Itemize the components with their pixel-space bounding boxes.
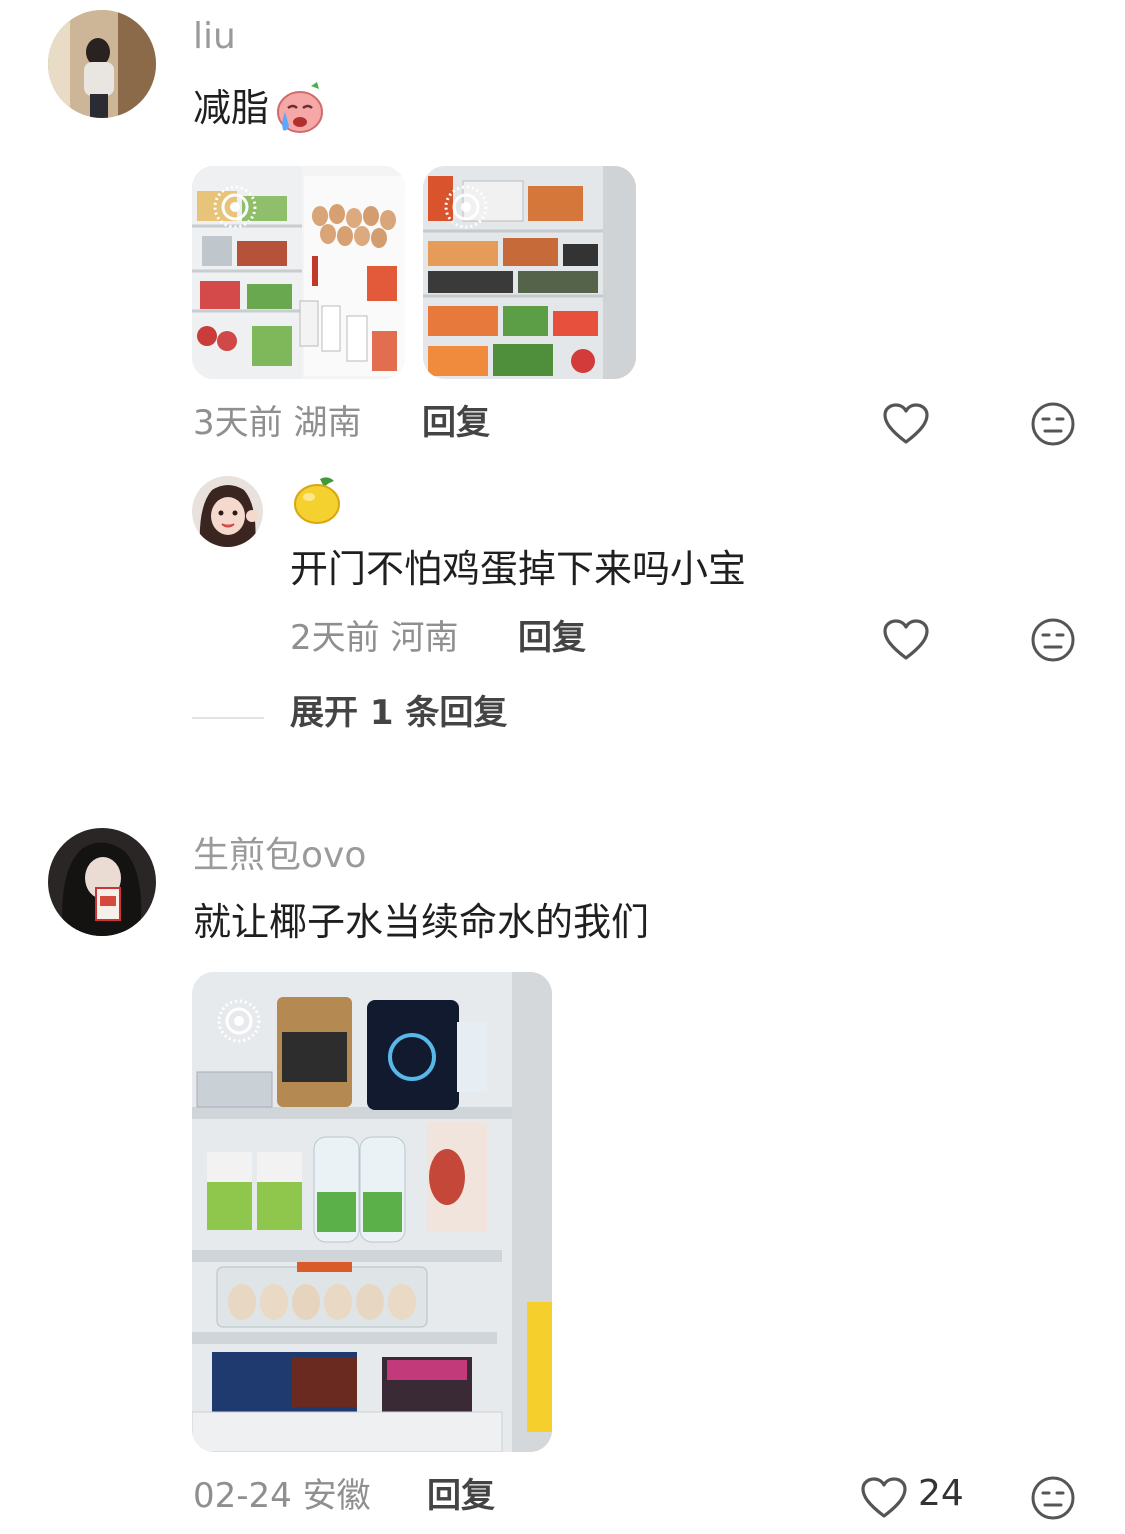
reply-button[interactable]: 回复 — [422, 403, 490, 443]
comment-photo[interactable] — [192, 972, 552, 1452]
dislike-face-icon[interactable] — [1030, 617, 1076, 663]
comment-text: 减脂 — [193, 86, 270, 130]
avatar[interactable] — [192, 476, 263, 547]
reply-text: 开门不怕鸡蛋掉下来吗小宝 — [290, 547, 747, 591]
comment-photo[interactable] — [192, 166, 405, 379]
live-photo-icon — [216, 998, 262, 1044]
dislike-face-icon[interactable] — [1030, 1475, 1076, 1521]
live-photo-icon — [212, 184, 258, 230]
live-photo-icon — [443, 184, 489, 230]
like-count: 24 — [918, 1473, 964, 1514]
username[interactable]: liu — [193, 17, 236, 57]
comment-photo[interactable] — [423, 166, 636, 379]
reply-button[interactable]: 回复 — [427, 1476, 495, 1516]
reply-meta: 2天前 河南 — [290, 618, 459, 658]
expand-replies-button[interactable]: 展开 1 条回复 — [290, 693, 507, 733]
username[interactable]: 生煎包ovo — [193, 836, 366, 876]
comment-meta: 3天前 湖南 — [193, 403, 362, 443]
dislike-face-icon[interactable] — [1030, 401, 1076, 447]
crying-emoji-icon — [271, 80, 327, 136]
like-heart-icon[interactable] — [882, 618, 930, 662]
like-heart-icon[interactable] — [860, 1476, 908, 1520]
expand-divider — [192, 717, 264, 719]
comment-text: 就让椰子水当续命水的我们 — [193, 900, 650, 944]
reply-button[interactable]: 回复 — [518, 618, 586, 658]
avatar[interactable] — [48, 10, 156, 118]
lemon-emoji-icon — [290, 473, 344, 527]
avatar[interactable] — [48, 828, 156, 936]
comment-text-row: 减脂 — [193, 80, 327, 136]
comment-meta: 02-24 安徽 — [193, 1476, 371, 1516]
like-heart-icon[interactable] — [882, 402, 930, 446]
